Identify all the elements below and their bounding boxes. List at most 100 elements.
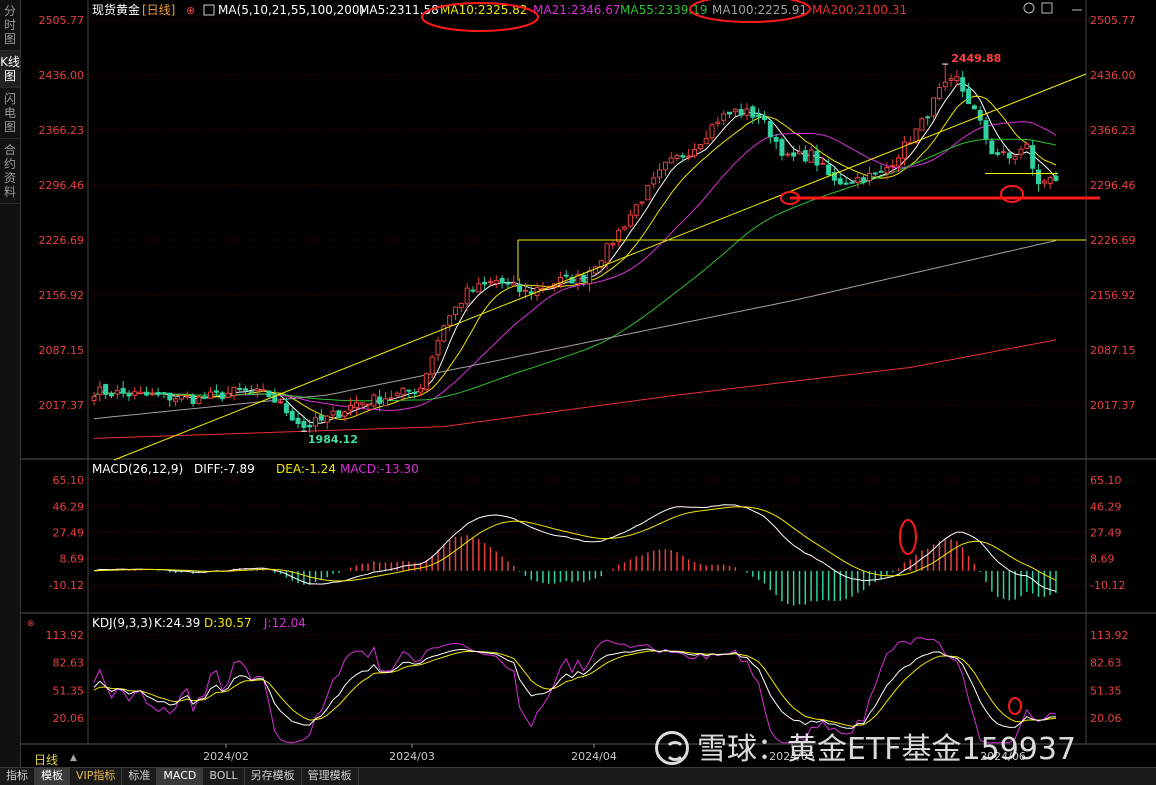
candle-body [330,410,336,416]
candle-body [301,421,307,428]
kdj-highlight [1008,697,1022,715]
candle-body [178,395,184,400]
ma-value: MA100:2225.91 [712,3,807,17]
candle-body [266,390,272,397]
bottom-tab-6[interactable]: 另存模板 [245,768,302,785]
candle-body [808,149,814,163]
settings-icon [1023,2,1035,14]
candle-body [91,396,97,402]
candle-body [896,157,902,167]
candle-body [143,391,149,396]
x-label: 2024/03 [389,750,435,763]
candle-body [517,283,523,292]
candle-body [686,155,692,158]
indicator-icon [203,4,215,16]
candle-body [528,291,534,294]
candle-body [336,410,342,418]
candle-body [348,404,354,411]
macd-tick-right: -10.12 [1090,579,1125,592]
y-tick-right: 2505.77 [1090,14,1136,27]
candle-body [260,389,266,392]
low-label: 1984.12 [308,433,358,446]
candle-body [283,403,289,414]
candle-body [429,356,435,375]
candle-body [936,87,942,100]
kdj-tick-right: 51.35 [1090,684,1122,697]
candle-body [1030,145,1036,169]
candle-body [487,281,493,284]
candle-body [1053,175,1059,181]
candle-body [307,424,313,428]
candle-body [138,391,144,394]
y-tick-right: 2366.23 [1090,124,1136,137]
candle-body [289,410,295,421]
high-label: 2449.88 [951,52,1001,65]
candle-body [295,417,301,425]
candle-body [866,172,872,181]
y-tick-right: 2436.00 [1090,69,1136,82]
candle-body [132,391,138,396]
bottom-tab-2[interactable]: VIP指标 [70,768,123,785]
candle-body [1012,155,1018,160]
candle-body [674,155,680,159]
candle-body [248,391,254,394]
chart-area[interactable]: 2505.77 2505.77 2436.00 2436.00 2366.23 2366.… [0,0,1156,767]
candle-body [505,282,511,285]
candle-body [470,289,476,292]
watermark: 雪球：黄金ETF基金159937 [655,724,1076,768]
bottom-toolbar: 指标 模板 VIP指标 标准 MACD BOLL 另存模板 管理模板 [0,767,1156,785]
candle-body [692,149,698,157]
candle-body [103,384,109,395]
candle-body [796,151,802,155]
candle-body [435,340,441,356]
bottom-tab-0[interactable]: 指标 [0,768,35,785]
candle-body [767,121,773,138]
y-tick-right: 2087.15 [1090,344,1136,357]
kdj-legend: J:12.04 [263,616,306,630]
bottom-tab-3[interactable]: 标准 [122,768,158,785]
period-selector[interactable]: 日线 [34,751,58,768]
ma-header: MA(5,10,21,55,100,200) [218,3,364,17]
candle-body [872,172,878,175]
instrument-title: 现货黄金 [92,2,140,17]
candle-body [855,177,861,183]
candle-body [843,182,849,185]
y-tick-right: 2156.92 [1090,289,1136,302]
candle-body [225,392,231,398]
candle-body [622,226,628,230]
candle-body [400,387,406,396]
candle-body [901,141,907,159]
y-tick-left: 2226.69 [39,234,85,247]
period-dropdown-icon[interactable]: ▲ [70,753,77,763]
candle-body [563,274,569,277]
candle-body [983,120,989,140]
candle-body [359,402,365,406]
candle-body [412,391,418,394]
macd-legend: DIFF:-7.89 [194,462,255,476]
candle-body [878,170,884,173]
bottom-tab-1[interactable]: 模板 [35,768,70,785]
candle-body [587,270,593,285]
candle-body [522,289,528,292]
candle-body [727,111,733,115]
candle-body [365,403,371,406]
x-label: 2024/02 [203,750,249,763]
window-icon [1041,2,1053,14]
macd-legend: DEA:-1.24 [276,462,336,476]
candle-body [703,137,709,145]
candle-body [884,166,890,174]
candle-body [604,243,610,264]
candle-body [108,393,114,397]
candle-body [342,411,348,417]
candle-body [890,165,896,168]
kdj-tick-left: 82.63 [53,657,85,670]
bottom-tab-4[interactable]: MACD [157,768,204,785]
candle-body [849,181,855,184]
candle-body [732,108,738,113]
candle-body [499,278,505,284]
bottom-tab-7[interactable]: 管理模板 [302,768,359,785]
bottom-tab-5[interactable]: BOLL [203,768,245,785]
kdj-tick-left: 20.06 [53,712,85,725]
candle-body [208,391,214,399]
candle-body [662,161,668,171]
